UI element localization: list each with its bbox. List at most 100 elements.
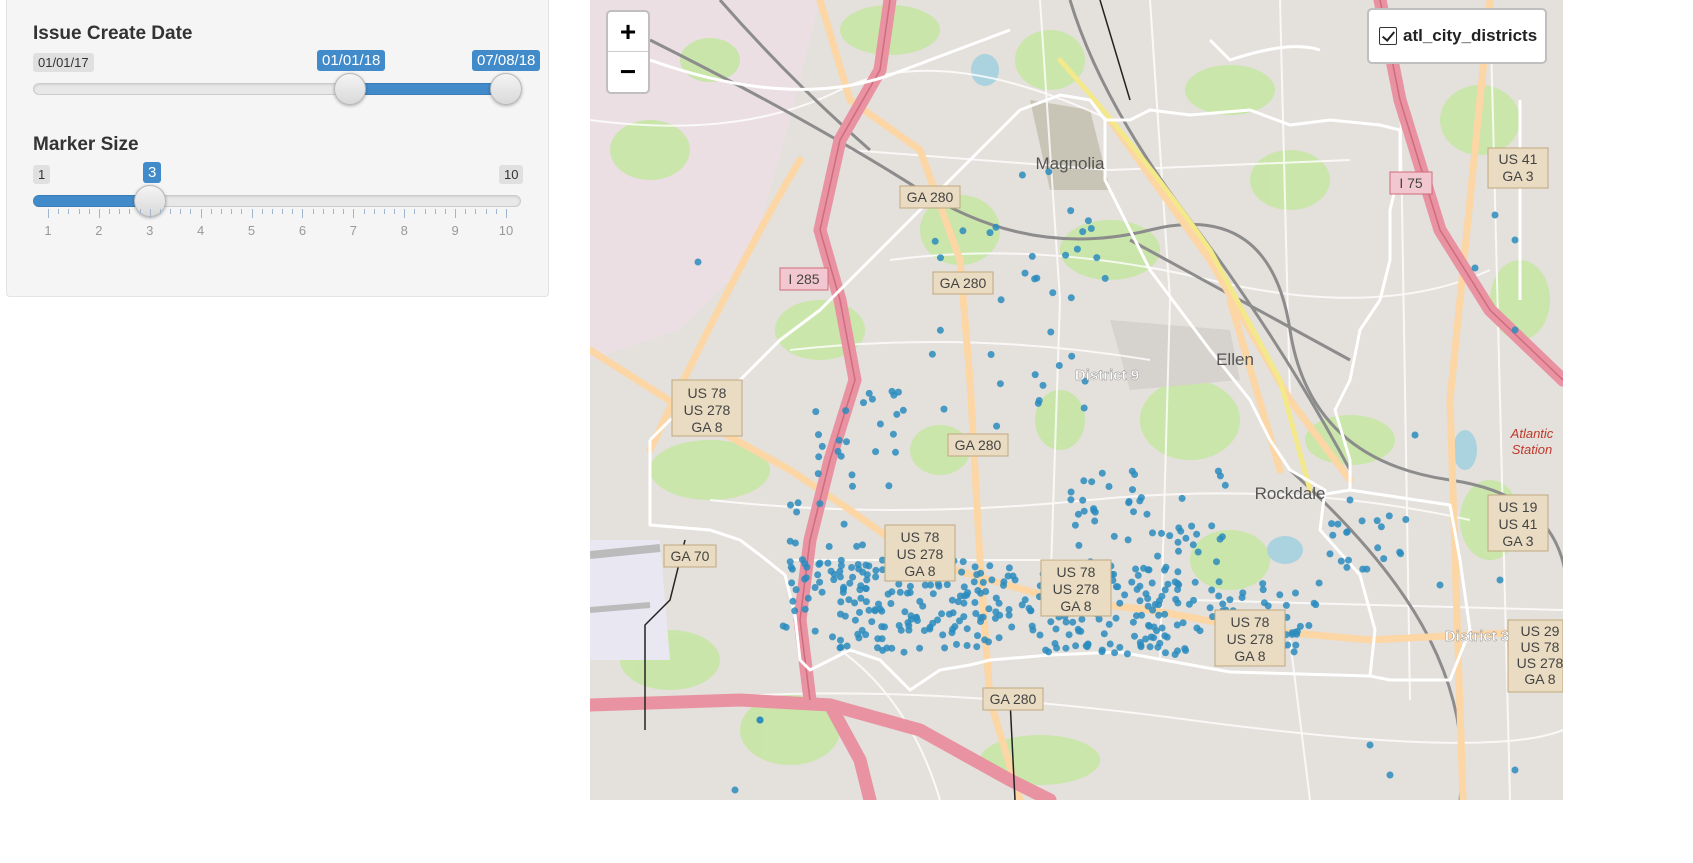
issue-marker[interactable] — [1145, 621, 1152, 629]
issue-marker[interactable] — [884, 590, 892, 598]
date-range-slider[interactable]: 01/01/17 01/01/18 07/08/18 — [33, 50, 541, 113]
issue-marker[interactable] — [843, 642, 851, 650]
issue-marker[interactable] — [1343, 528, 1351, 536]
layer-checkbox[interactable] — [1379, 27, 1397, 45]
issue-marker[interactable] — [928, 350, 936, 358]
issue-marker[interactable] — [1329, 531, 1337, 539]
issue-marker[interactable] — [1175, 547, 1182, 555]
issue-marker[interactable] — [1221, 481, 1229, 489]
issue-marker[interactable] — [878, 635, 886, 643]
issue-marker[interactable] — [1193, 530, 1201, 538]
marker-size-slider[interactable]: 1 3 10 1 2 3 4 5 6 7 8 9 10 — [33, 162, 524, 245]
issue-marker[interactable] — [900, 648, 908, 656]
issue-marker[interactable] — [1087, 225, 1095, 232]
issue-marker[interactable] — [1215, 578, 1223, 586]
issue-marker[interactable] — [837, 556, 845, 564]
issue-marker[interactable] — [1134, 571, 1142, 579]
issue-marker[interactable] — [872, 573, 880, 581]
issue-marker[interactable] — [837, 643, 845, 651]
issue-marker[interactable] — [1129, 486, 1136, 494]
issue-marker[interactable] — [1290, 648, 1298, 656]
issue-marker[interactable] — [1121, 591, 1129, 599]
issue-marker[interactable] — [948, 596, 956, 604]
issue-marker[interactable] — [851, 616, 859, 624]
issue-marker[interactable] — [857, 594, 865, 602]
issue-marker[interactable] — [849, 573, 857, 581]
issue-marker[interactable] — [1334, 520, 1342, 528]
issue-marker[interactable] — [846, 579, 854, 587]
issue-marker[interactable] — [1162, 649, 1169, 657]
issue-marker[interactable] — [899, 406, 907, 414]
issue-marker[interactable] — [1112, 583, 1120, 591]
issue-marker[interactable] — [987, 351, 995, 358]
issue-marker[interactable] — [970, 578, 978, 586]
issue-marker[interactable] — [979, 613, 987, 621]
issue-marker[interactable] — [856, 608, 863, 616]
issue-marker[interactable] — [939, 631, 947, 639]
issue-marker[interactable] — [912, 614, 920, 622]
issue-marker[interactable] — [789, 597, 797, 605]
issue-marker[interactable] — [1072, 642, 1080, 650]
issue-marker[interactable] — [895, 580, 903, 588]
issue-marker[interactable] — [1008, 623, 1016, 631]
issue-marker[interactable] — [1166, 532, 1174, 540]
issue-marker[interactable] — [1071, 521, 1079, 529]
issue-marker[interactable] — [1511, 766, 1519, 774]
issue-marker[interactable] — [779, 622, 787, 630]
issue-marker[interactable] — [889, 430, 897, 438]
issue-marker[interactable] — [964, 589, 972, 597]
issue-marker[interactable] — [837, 636, 844, 644]
leaflet-map[interactable]: GA 280 GA 280 GA 280 GA 280 I 285 US 78 U… — [590, 0, 1563, 800]
issue-marker[interactable] — [1396, 548, 1404, 556]
issue-marker[interactable] — [996, 380, 1004, 388]
issue-marker[interactable] — [1079, 228, 1087, 236]
issue-marker[interactable] — [1153, 627, 1160, 635]
issue-marker[interactable] — [1021, 596, 1029, 604]
issue-marker[interactable] — [1471, 264, 1479, 272]
issue-marker[interactable] — [872, 448, 880, 456]
date-slider-to-handle[interactable] — [490, 73, 522, 105]
issue-marker[interactable] — [1090, 507, 1098, 514]
issue-marker[interactable] — [860, 399, 867, 407]
issue-marker[interactable] — [1031, 275, 1039, 283]
issue-marker[interactable] — [916, 644, 924, 652]
issue-marker[interactable] — [1172, 595, 1180, 603]
issue-marker[interactable] — [973, 643, 981, 651]
issue-marker[interactable] — [859, 541, 866, 549]
issue-marker[interactable] — [1171, 651, 1179, 658]
issue-marker[interactable] — [816, 500, 824, 508]
issue-marker[interactable] — [986, 229, 994, 237]
issue-marker[interactable] — [840, 585, 847, 593]
issue-marker[interactable] — [1028, 252, 1036, 260]
issue-marker[interactable] — [1148, 579, 1156, 587]
issue-marker[interactable] — [1345, 556, 1352, 564]
issue-marker[interactable] — [1069, 618, 1077, 626]
issue-marker[interactable] — [1174, 586, 1182, 593]
issue-marker[interactable] — [837, 598, 845, 606]
issue-marker[interactable] — [1208, 586, 1216, 594]
issue-marker[interactable] — [843, 438, 850, 446]
issue-marker[interactable] — [1062, 251, 1070, 259]
issue-marker[interactable] — [814, 571, 822, 579]
issue-marker[interactable] — [971, 599, 979, 606]
issue-marker[interactable] — [945, 610, 953, 618]
issue-marker[interactable] — [876, 420, 884, 428]
issue-marker[interactable] — [1191, 578, 1199, 586]
issue-marker[interactable] — [1062, 644, 1070, 652]
issue-marker[interactable] — [1511, 236, 1519, 244]
issue-marker[interactable] — [791, 607, 799, 615]
issue-marker[interactable] — [941, 644, 949, 652]
issue-marker[interactable] — [1196, 627, 1204, 635]
issue-marker[interactable] — [1259, 586, 1267, 594]
issue-marker[interactable] — [1158, 529, 1165, 537]
issue-marker[interactable] — [1161, 566, 1169, 574]
issue-marker[interactable] — [1111, 649, 1119, 657]
issue-marker[interactable] — [1021, 269, 1029, 277]
issue-marker[interactable] — [960, 613, 968, 621]
issue-marker[interactable] — [992, 223, 1000, 231]
issue-marker[interactable] — [1131, 632, 1138, 640]
issue-marker[interactable] — [1093, 254, 1101, 262]
issue-marker[interactable] — [812, 408, 820, 416]
issue-marker[interactable] — [815, 453, 823, 461]
issue-marker[interactable] — [926, 625, 934, 633]
